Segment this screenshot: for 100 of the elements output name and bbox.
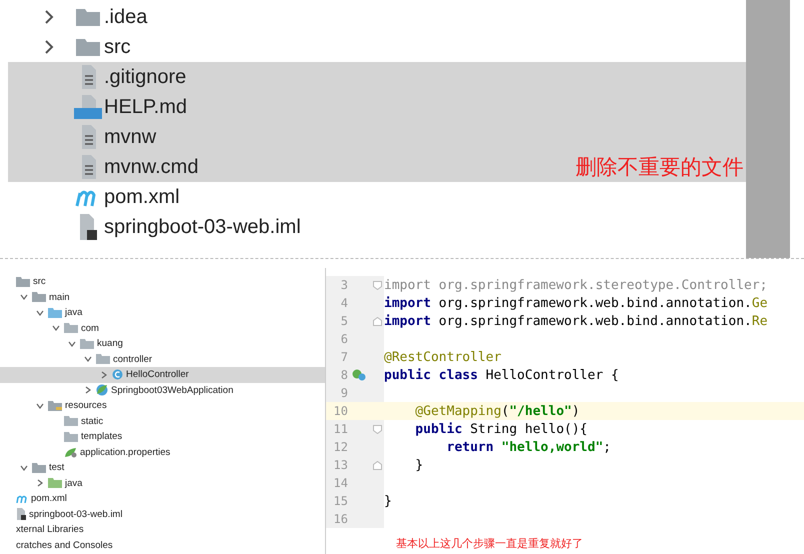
tree-item-label: pom.xml — [31, 493, 67, 504]
chevron-down-icon[interactable] — [20, 293, 28, 302]
code-line: } — [414, 458, 424, 472]
folder-icon — [96, 354, 110, 364]
scrollbar[interactable] — [746, 0, 790, 258]
folder-icon — [32, 292, 46, 302]
tree-row[interactable]: src — [0, 274, 325, 290]
folder-icon — [48, 400, 62, 411]
code-line: public class HelloController { — [384, 368, 619, 382]
file-row[interactable]: pom.xml — [8, 182, 576, 212]
chevron-right-icon[interactable] — [36, 479, 44, 488]
tree-row[interactable]: kuang — [0, 336, 325, 352]
tree-row[interactable]: HelloController — [0, 367, 325, 382]
line-number: 4 — [340, 296, 348, 310]
folder-icon — [80, 338, 94, 349]
line-number: 16 — [332, 512, 348, 526]
file-name: .gitignore — [104, 66, 186, 88]
file-row[interactable]: .gitignore — [8, 62, 576, 92]
class-icon — [112, 369, 123, 380]
tree-item-label: com — [81, 322, 99, 334]
line-number: 9 — [340, 386, 348, 400]
file-name: HELP.md — [104, 96, 188, 118]
file-row[interactable]: mvnw.cmd — [8, 152, 576, 182]
tree-row[interactable]: com — [0, 320, 325, 336]
annotation-text: 删除不重要的文件 — [576, 154, 745, 181]
text-file-icon — [79, 125, 97, 149]
fold-marker-icon[interactable] — [372, 460, 382, 470]
fold-marker-icon[interactable] — [372, 316, 382, 326]
code-line: @RestController — [384, 350, 502, 364]
chevron-right-icon[interactable] — [44, 10, 54, 24]
folder-icon — [48, 478, 62, 488]
tree-row[interactable]: test — [0, 460, 325, 476]
line-number: 13 — [332, 458, 348, 472]
code-line: import org.springframework.stereotype.Controller; — [384, 278, 768, 292]
file-name: mvnw.cmd — [104, 156, 198, 178]
file-row[interactable]: mvnw — [8, 122, 576, 152]
tree-row[interactable]: java — [0, 476, 325, 491]
file-name: src — [104, 36, 131, 58]
tree-row[interactable]: cratches and Consoles — [0, 538, 325, 553]
folder-icon — [64, 323, 78, 334]
maven-m-icon — [16, 494, 28, 504]
file-row[interactable]: src — [8, 32, 576, 62]
code-line: } — [384, 494, 392, 508]
tree-item-label: src — [33, 276, 46, 288]
tree-item-label: templates — [81, 431, 122, 442]
line-number: 11 — [332, 422, 348, 436]
chevron-down-icon[interactable] — [84, 355, 92, 364]
line-number: 15 — [332, 494, 348, 508]
tree-row[interactable]: pom.xml — [0, 491, 325, 506]
code-line: public String hello(){ — [414, 422, 588, 436]
chevron-down-icon[interactable] — [36, 308, 44, 317]
folder-icon — [16, 276, 30, 287]
tree-item-label: kuang — [97, 338, 123, 350]
tree-item-label: springboot-03-web.iml — [29, 508, 122, 520]
tree-item-label: resources — [65, 400, 107, 412]
file-name: springboot-03-web.iml — [104, 216, 301, 238]
code-line: @GetMapping("/hello") — [414, 404, 580, 418]
markdown-file-icon — [74, 95, 102, 119]
fold-marker-icon[interactable] — [372, 280, 382, 290]
folder-icon — [76, 8, 100, 26]
tree-row[interactable]: java — [0, 305, 325, 320]
folder-icon — [64, 432, 78, 442]
code-line: import org.springframework.web.bind.annotation.Re — [384, 314, 768, 328]
tree-row[interactable]: controller — [0, 352, 325, 367]
code-line: return "hello,world"; — [446, 440, 611, 454]
tree-item-label: HelloController — [126, 369, 189, 380]
chevron-down-icon[interactable] — [52, 324, 60, 332]
chevron-down-icon[interactable] — [68, 340, 76, 348]
module-file-icon — [77, 214, 99, 240]
line-number: 12 — [332, 440, 348, 454]
folder-icon — [32, 462, 46, 473]
chevron-right-icon[interactable] — [84, 386, 92, 394]
tree-row[interactable]: static — [0, 414, 325, 429]
chevron-right-icon[interactable] — [44, 40, 54, 54]
annotation-text: 基本以上这几个步骤一直是重复就好了 — [396, 536, 584, 551]
tree-item-label: controller — [113, 354, 152, 365]
file-row[interactable]: HELP.md — [8, 92, 576, 122]
chevron-down-icon[interactable] — [20, 464, 28, 472]
line-number: 7 — [340, 350, 348, 364]
tree-row[interactable]: resources — [0, 398, 325, 414]
file-row[interactable]: springboot-03-web.iml — [8, 212, 576, 242]
file-name: .idea — [104, 6, 148, 28]
text-file-icon — [79, 155, 97, 179]
tree-item-label: java — [65, 478, 82, 489]
tree-row[interactable]: xternal Libraries — [0, 522, 325, 538]
tree-row[interactable]: Springboot03WebApplication — [0, 382, 325, 398]
text-file-icon — [79, 65, 97, 89]
line-number: 5 — [340, 314, 348, 328]
fold-marker-icon[interactable] — [372, 424, 382, 434]
file-name: mvnw — [104, 126, 156, 148]
tree-row[interactable]: application.properties — [0, 444, 325, 460]
folder-icon — [76, 38, 100, 56]
tree-row[interactable]: main — [0, 290, 325, 305]
tree-item-label: main — [49, 292, 70, 303]
chevron-down-icon[interactable] — [36, 402, 44, 410]
tree-row[interactable]: springboot-03-web.iml — [0, 506, 325, 522]
file-row[interactable]: .idea — [8, 2, 576, 32]
chevron-right-icon[interactable] — [100, 370, 108, 379]
tree-row[interactable]: templates — [0, 429, 325, 444]
tree-item-label: static — [81, 416, 104, 427]
